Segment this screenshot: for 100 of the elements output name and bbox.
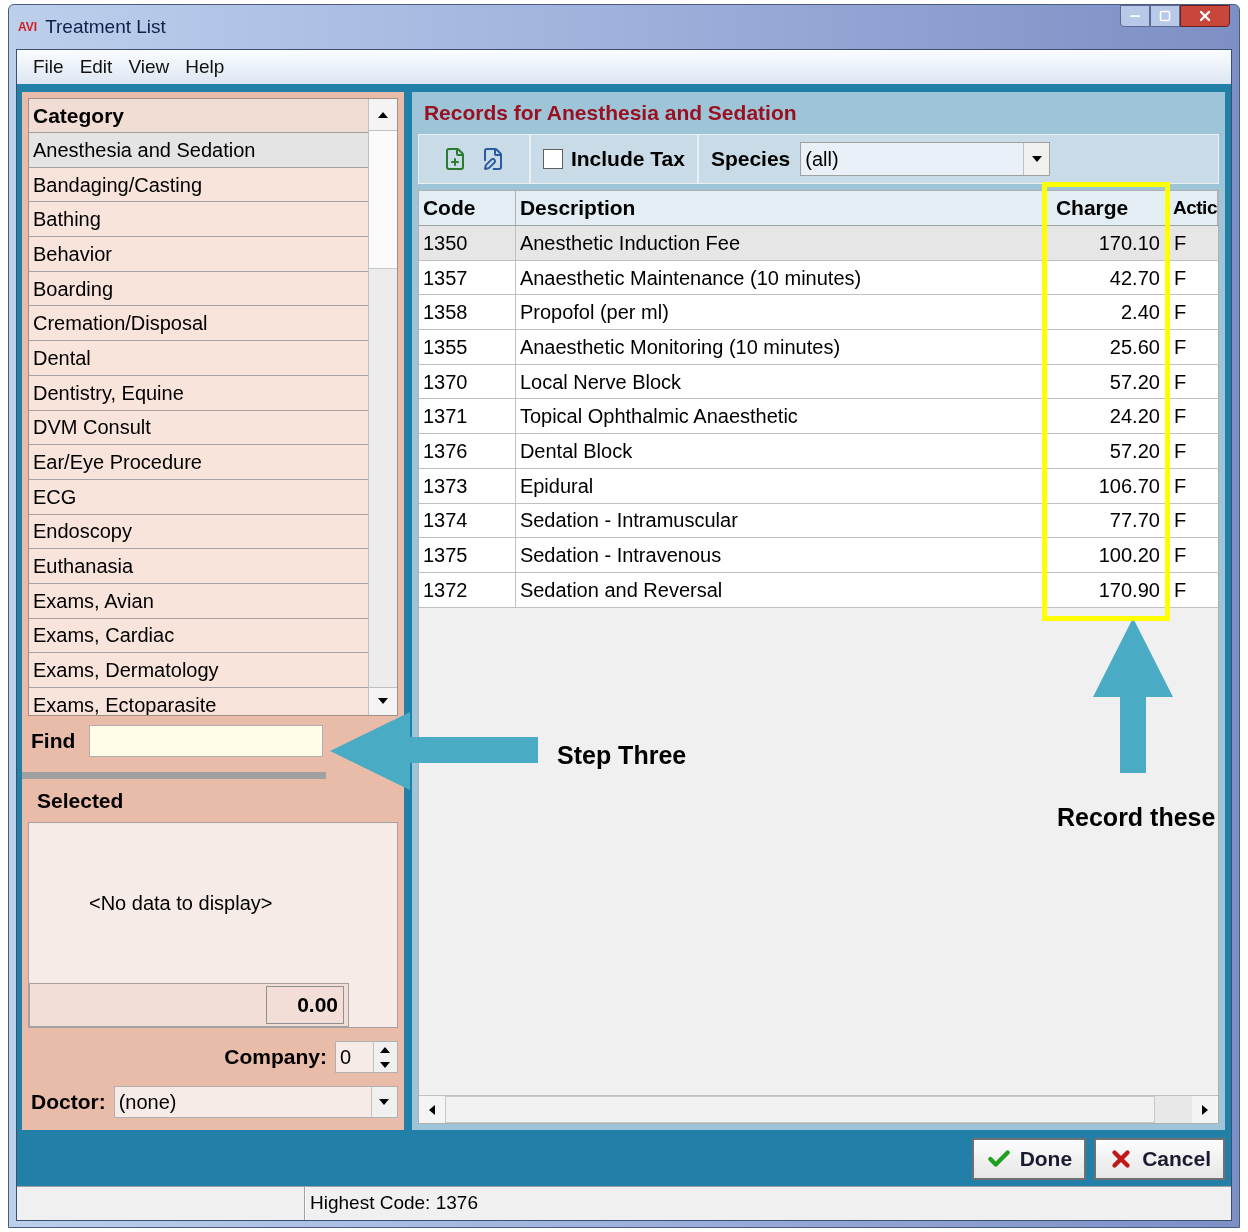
menu-item[interactable]: View [122,52,176,82]
include-tax-checkbox[interactable] [542,149,563,169]
category-item[interactable]: Euthanasia [29,549,368,584]
maximize-button[interactable] [1150,5,1180,27]
find-field[interactable] [89,724,324,757]
code-cell: 1357 [418,260,516,295]
table-row[interactable]: 1357 Anaesthetic Maintenance (10 minutes) 42.70 F [418,260,1218,296]
category-item[interactable]: Anesthesia and Sedation [29,133,368,168]
category-item[interactable]: Dental [29,341,368,376]
menu-item[interactable]: Edit [73,52,119,82]
column-header: Category [29,99,368,133]
charge-cell: 24.20 [1045,399,1170,434]
up-caret-icon [380,1046,391,1053]
column-header: Charge [1045,191,1170,225]
down-caret-icon [377,698,388,705]
caret-icon [1031,156,1042,162]
code-cell: 1358 [418,295,516,330]
table-row[interactable]: 1350 Anesthetic Induction Fee 170.10 F [418,226,1218,261]
action-cell-text: F [1172,438,1188,464]
include-tax-label: Include Tax [570,146,685,173]
table-row[interactable]: 1372 Sedation and Reversal 170.90 F [418,572,1218,608]
category-item[interactable]: Exams, Cardiac [29,618,368,654]
charge-cell: 57.20 [1045,434,1170,468]
minimize-button[interactable] [1120,5,1150,27]
charge-cell: 25.60 [1045,330,1170,364]
total-value: 0.00 [266,986,344,1024]
description-cell: Sedation - Intramuscular [515,503,1046,538]
table-row[interactable]: 1373 Epidural 106.70 F [418,468,1218,504]
description-cell: Anesthetic Induction Fee [515,226,1046,260]
table-row[interactable]: 1375 Sedation - Intravenous 100.20 F [418,538,1218,573]
description-cell: Sedation - Intravenous [515,538,1046,572]
records-title: Records for Anesthesia and Sedation [423,100,797,127]
record-label: Record these [1057,802,1216,833]
category-item[interactable]: Bandaging/Casting [29,167,368,203]
scroll-thumb[interactable] [368,131,397,269]
action-cell-text: F [1172,230,1188,256]
code-cell: 1374 [418,503,516,538]
description-cell: Anaesthetic Maintenance (10 minutes) [515,260,1046,295]
menu-item[interactable]: Help [179,52,231,82]
category-item[interactable]: DVM Consult [29,410,368,446]
window-title: Treatment List [45,14,166,39]
code-cell: 1355 [418,330,516,364]
left-caret-icon [428,1104,435,1115]
description-cell: Dental Block [515,434,1046,468]
category-item[interactable]: Ear/Eye Procedure [29,445,368,480]
charge-cell: 100.20 [1045,538,1170,572]
close-icon [1197,8,1213,24]
empty-message: <No data to display> [89,891,273,916]
action-cell-text: F [1172,473,1188,499]
table-row[interactable]: 1376 Dental Block 57.20 F [418,434,1218,469]
category-item[interactable]: Exams, Dermatology [29,653,368,688]
category-item[interactable]: Exams, Avian [29,583,368,619]
code-cell: 1350 [418,226,516,260]
code-cell: 1370 [418,364,516,399]
action-cell-text: F [1172,300,1188,326]
right-caret-icon [1202,1104,1208,1115]
down-caret-icon [380,1061,391,1068]
description-cell: Topical Ophthalmic Anaesthetic [515,399,1046,434]
description-cell: Propofol (per ml) [515,295,1046,330]
category-item[interactable]: Cremation/Disposal [29,306,368,342]
description-cell: Local Nerve Block [515,364,1046,399]
table-row[interactable]: 1355 Anaesthetic Monitoring (10 minutes) 25.60 F [418,330,1218,365]
column-header: Actic [1169,191,1218,225]
code-cell: 1376 [418,434,516,468]
scrollbar[interactable] [367,99,397,715]
selected-title: Selected [36,787,125,814]
category-item[interactable]: ECG [29,479,368,515]
action-cell-text: F [1172,334,1188,360]
table-row[interactable]: 1371 Topical Ophthalmic Anaesthetic 24.20 F [418,399,1218,435]
column-header: Description [515,191,1046,225]
maximize-icon [1159,10,1171,22]
table-row[interactable]: 1370 Local Nerve Block 57.20 F [418,364,1218,400]
action-cell-text: F [1172,404,1188,430]
category-item[interactable]: Behavior [29,237,368,272]
category-item[interactable]: Boarding [29,271,368,307]
category-item[interactable]: Endoscopy [29,514,368,550]
close-button[interactable] [1180,5,1230,27]
caret-icon [379,1099,390,1105]
description-cell: Epidural [515,468,1046,503]
table-row[interactable]: 1358 Propofol (per ml) 2.40 F [418,295,1218,331]
find-label: Find [31,727,76,754]
table-row[interactable]: 1374 Sedation - Intramuscular 77.70 F [418,503,1218,539]
company-spinner[interactable]: 0 [334,1041,398,1073]
code-cell: 1373 [418,468,516,503]
action-cell-text: F [1172,577,1188,603]
up-caret-icon [377,111,388,118]
doctor-dropdown[interactable]: (none) [113,1086,398,1118]
step-label: Step Three [557,740,687,771]
species-dropdown[interactable]: (all) [800,142,1051,176]
cancel-button[interactable]: Cancel [1094,1138,1225,1180]
done-button[interactable]: Done [971,1138,1087,1180]
menu-item[interactable]: File [27,52,70,82]
code-cell: 1372 [418,572,516,607]
status-text: Highest Code: 1376 [305,1187,482,1220]
action-cell-text: F [1172,508,1188,534]
action-cell-text: F [1172,369,1188,395]
category-item[interactable]: Bathing [29,202,368,238]
category-item[interactable]: Dentistry, Equine [29,375,368,411]
description-cell: Sedation and Reversal [515,572,1046,607]
app-logo: AVI [18,21,38,33]
